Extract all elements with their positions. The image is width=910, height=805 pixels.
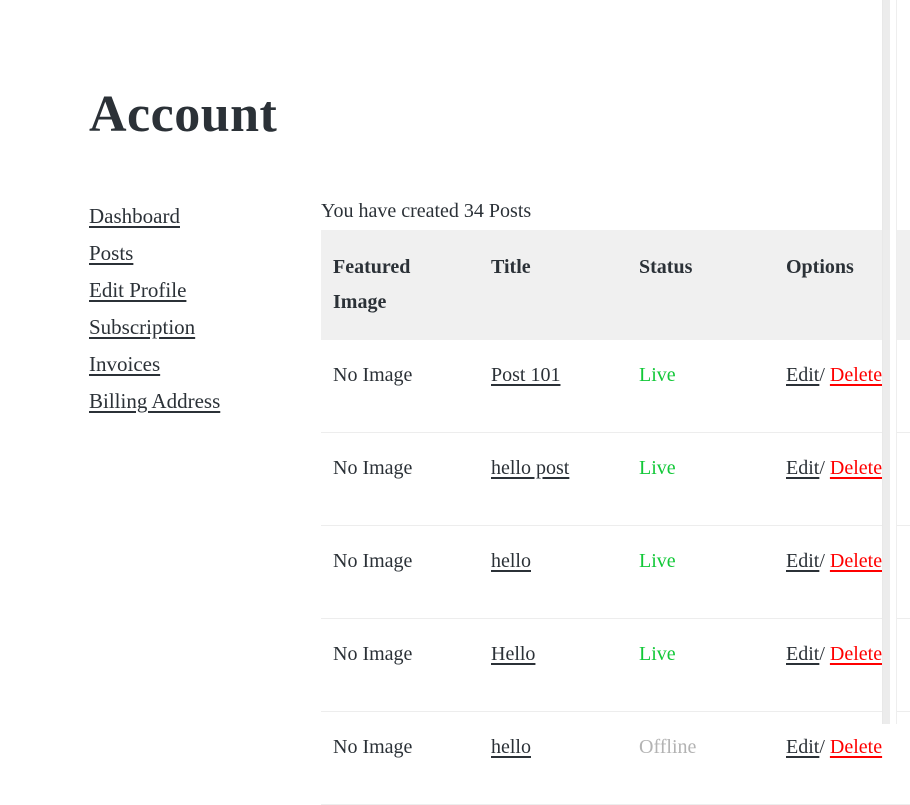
- status-badge: Live: [639, 550, 676, 572]
- post-title-link[interactable]: hello: [491, 736, 531, 758]
- featured-image-text: No Image: [333, 736, 413, 758]
- page-title: Account: [89, 86, 278, 143]
- option-separator: /: [819, 550, 825, 572]
- cell-title: hello: [479, 711, 627, 805]
- sidebar-item-posts[interactable]: Posts: [89, 235, 289, 272]
- delete-link[interactable]: Delete: [830, 736, 882, 758]
- sidebar-item-dashboard[interactable]: Dashboard: [89, 198, 289, 235]
- sidebar-item-billing-address[interactable]: Billing Address: [89, 383, 289, 420]
- delete-link[interactable]: Delete: [830, 643, 882, 665]
- column-header-title: Title: [479, 230, 627, 340]
- edit-link[interactable]: Edit: [786, 550, 819, 572]
- table-header-row: Featured Image Title Status Options: [321, 230, 910, 340]
- posts-count-text: You have created 34 Posts: [321, 200, 532, 222]
- table-row: No Image hello Live Edit/ Delete: [321, 525, 910, 619]
- cell-status: Live: [627, 340, 774, 433]
- featured-image-text: No Image: [333, 643, 413, 665]
- sidebar-item-invoices[interactable]: Invoices: [89, 346, 289, 383]
- cell-status: Offline: [627, 711, 774, 805]
- edit-link[interactable]: Edit: [786, 643, 819, 665]
- account-sidebar: Dashboard Posts Edit Profile Subscriptio…: [89, 198, 289, 420]
- delete-link[interactable]: Delete: [830, 457, 882, 479]
- page-scrollbar[interactable]: [882, 0, 897, 724]
- account-page: Account Dashboard Posts Edit Profile Sub…: [0, 0, 910, 805]
- cell-featured-image: No Image: [321, 618, 479, 712]
- delete-link[interactable]: Delete: [830, 550, 882, 572]
- post-title-link[interactable]: Post 101: [491, 364, 560, 386]
- cell-status: Live: [627, 525, 774, 619]
- post-title-link[interactable]: Hello: [491, 643, 535, 665]
- edit-link[interactable]: Edit: [786, 364, 819, 386]
- table-row: No Image Hello Live Edit/ Delete: [321, 618, 910, 712]
- cell-featured-image: No Image: [321, 525, 479, 619]
- featured-image-text: No Image: [333, 550, 413, 572]
- cell-title: hello: [479, 525, 627, 619]
- post-title-link[interactable]: hello: [491, 550, 531, 572]
- cell-status: Live: [627, 618, 774, 712]
- delete-link[interactable]: Delete: [830, 364, 882, 386]
- featured-image-text: No Image: [333, 364, 413, 386]
- posts-table-header: Featured Image Title Status Options: [321, 230, 910, 340]
- cell-title: Post 101: [479, 340, 627, 433]
- edit-link[interactable]: Edit: [786, 736, 819, 758]
- status-badge: Offline: [639, 736, 697, 758]
- posts-table-body: No Image Post 101 Live Edit/ Delete No I…: [321, 340, 910, 805]
- status-badge: Live: [639, 364, 676, 386]
- sidebar-item-subscription[interactable]: Subscription: [89, 309, 289, 346]
- cell-status: Live: [627, 432, 774, 526]
- column-header-featured-image: Featured Image: [321, 230, 479, 340]
- option-separator: /: [819, 736, 825, 758]
- table-row: No Image hello Offline Edit/ Delete: [321, 711, 910, 805]
- table-row: No Image Post 101 Live Edit/ Delete: [321, 340, 910, 433]
- sidebar-item-edit-profile[interactable]: Edit Profile: [89, 272, 289, 309]
- column-header-status: Status: [627, 230, 774, 340]
- cell-featured-image: No Image: [321, 340, 479, 433]
- post-title-link[interactable]: hello post: [491, 457, 569, 479]
- featured-image-text: No Image: [333, 457, 413, 479]
- option-separator: /: [819, 364, 825, 386]
- status-badge: Live: [639, 643, 676, 665]
- table-row: No Image hello post Live Edit/ Delete: [321, 432, 910, 526]
- status-badge: Live: [639, 457, 676, 479]
- posts-panel: You have created 34 Posts Featured Image…: [321, 198, 910, 805]
- option-separator: /: [819, 457, 825, 479]
- cell-options: Edit/ Delete: [774, 711, 910, 805]
- cell-featured-image: No Image: [321, 711, 479, 805]
- cell-featured-image: No Image: [321, 432, 479, 526]
- posts-table: Featured Image Title Status Options No I…: [321, 230, 910, 805]
- cell-title: hello post: [479, 432, 627, 526]
- option-separator: /: [819, 643, 825, 665]
- scrollbar-track[interactable]: [883, 0, 890, 724]
- cell-title: Hello: [479, 618, 627, 712]
- edit-link[interactable]: Edit: [786, 457, 819, 479]
